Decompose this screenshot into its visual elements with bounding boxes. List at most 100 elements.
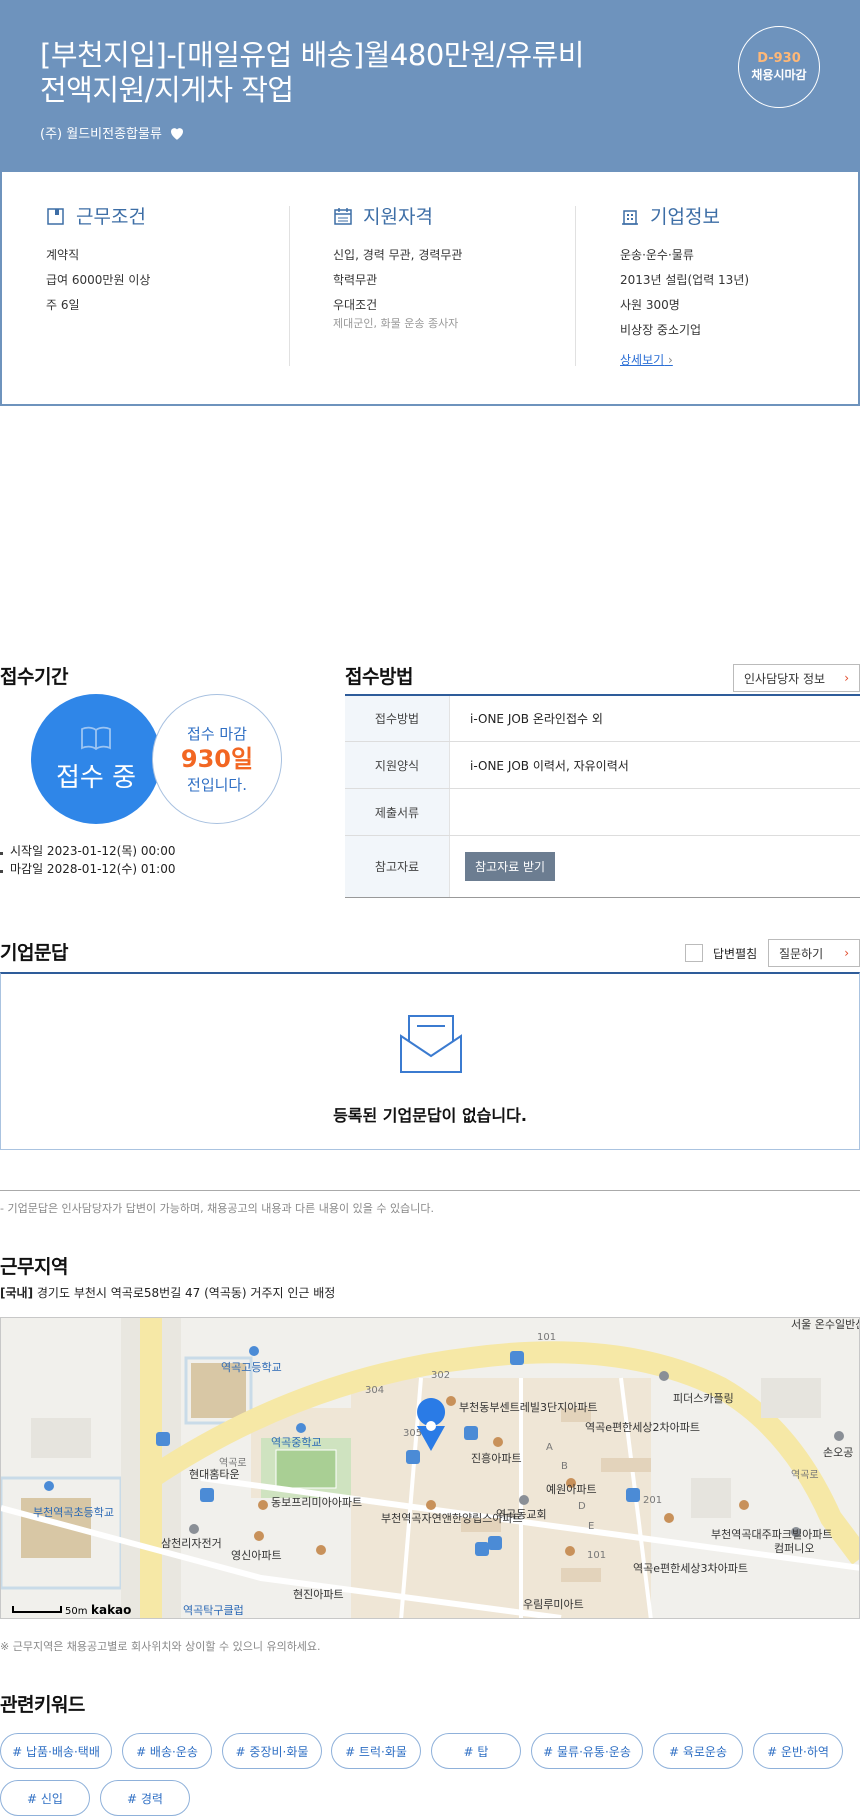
chevron-right-icon: › [844,671,849,685]
period-title: 접수기간 [0,666,68,688]
qualifications-column: 지원자격 신입, 경력 무관, 경력무관 학력무관 우대조건 제대군인, 화물 … [333,202,563,382]
company-info-column: 기업정보 운송·운수·물류 2013년 설립(업력 13년) 사원 300명 비… [620,202,850,382]
mail-icon [400,1015,462,1073]
conditions-title: 근무조건 [76,206,146,228]
map-label: 영신아파트 [231,1549,282,1562]
ask-question-label: 질문하기 [779,946,824,961]
map-label: 역곡e편한세상2차아파트 [585,1421,700,1434]
condition-workdays: 주 6일 [46,298,80,312]
map-label: 역곡고등학교 [221,1361,282,1374]
map-label: 현진아파트 [293,1588,344,1601]
row-value [449,789,860,835]
map-label: 역곡e편한세상3차아파트 [633,1562,748,1575]
condition-salary: 급여 6000만원 이상 [46,273,151,287]
map-label: 예원아파트 [546,1483,597,1496]
keyword-tag[interactable]: # 육로운송 [653,1733,743,1769]
scale-label: 50m [65,1606,87,1617]
calendar-icon [334,207,352,225]
period-dates: 시작일 2023-01-12(목) 00:00 마감일 2028-01-12(수… [0,842,175,878]
map-label: 부천역곡초등학교 [33,1505,114,1519]
qualification-preferred: 제대군인, 화물 운송 종사자 [333,317,459,330]
map-label: 손오공 [823,1446,853,1459]
row-value: i-ONE JOB 이력서, 자유이력서 [449,742,860,788]
conditions-column: 근무조건 계약직 급여 6000만원 이상 주 6일 [46,202,276,382]
keyword-tag[interactable]: # 중장비·화물 [222,1733,322,1769]
map-road-label: 역곡로 [791,1469,819,1481]
company-industry: 운송·운수·물류 [620,248,694,262]
deadline-circle: 접수 마감 930일 전입니다. [152,694,282,824]
download-reference-button[interactable]: 참고자료 받기 [465,852,556,881]
map-block-letter: A [546,1442,553,1453]
table-row: 접수방법 i-ONE JOB 온라인접수 외 [345,696,860,742]
company-founded: 2013년 설립(업력 13년) [620,273,750,287]
ask-question-button[interactable]: 질문하기 › [768,939,860,967]
dday-badge: D-930 채용시마감 [738,26,820,108]
dday-label: 채용시마감 [751,68,807,82]
document-icon [47,207,64,225]
company-detail-link[interactable]: 상세보기 › [620,351,673,368]
map-label: 진흥아파트 [471,1451,522,1465]
map-block-number: 305 [403,1428,422,1439]
company-employees: 사원 300명 [620,298,680,312]
map-block-letter: D [578,1501,586,1512]
map-label: 부천역곡자연앤한양립스아파트 [381,1511,523,1525]
open-book-icon [81,726,111,750]
map-label: 피더스카플링 [673,1392,734,1405]
divider [575,206,576,366]
map-label: 서울 온수일반산업단지 [791,1318,860,1331]
work-address: [국내] 경기도 부천시 역곡로58번길 47 (역곡동) 거주지 인근 배정 [0,1284,335,1301]
company-type: 비상장 중소기업 [620,323,702,337]
keyword-tag[interactable]: # 배송·운송 [122,1733,212,1769]
favorite-heart-icon[interactable] [168,124,186,142]
keyword-tag[interactable]: # 트럭·화물 [331,1733,421,1769]
divider [0,1190,860,1191]
start-date: 시작일 2023-01-12(목) 00:00 [0,842,175,860]
condition-contract: 계약직 [46,248,80,262]
map-block-number: 101 [537,1332,556,1343]
map-label: 부천역곡대주파크빌아파트 [711,1527,832,1541]
expand-checkbox[interactable] [685,944,703,962]
map-block-letter: B [561,1461,568,1472]
job-title-line2: 전액지원/지게차 작업 [40,73,294,107]
row-label: 제출서류 [345,789,449,835]
hr-info-button[interactable]: 인사담당자 정보 › [733,664,860,692]
qualifications-title: 지원자격 [363,206,433,228]
qa-title: 기업문답 [0,942,68,964]
map-label: 현대홈타운 [189,1467,240,1481]
qa-note: - 기업문답은 인사담당자가 답변이 가능하며, 채용공고의 내용과 다른 내용… [0,1202,434,1215]
expand-answers-toggle[interactable]: 답변펼침 [685,944,757,962]
row-label: 접수방법 [345,696,449,741]
qualification-preferred-label: 우대조건 [333,298,378,312]
keyword-tag[interactable]: # 납품·배송·택배 [0,1733,112,1769]
row-label: 참고자료 [345,836,449,897]
location-map[interactable]: 역곡고등학교 역곡중학교 부천역곡초등학교 역곡탁구클럽 현대홈타운 동보프리미… [0,1317,860,1619]
map-label: 역곡중학교 [271,1436,322,1449]
keyword-tag[interactable]: # 운반·하역 [753,1733,843,1769]
map-label: 우림루미아트 [523,1598,584,1611]
keyword-tag[interactable]: # 탑 [431,1733,521,1769]
building-icon [622,209,638,225]
qa-box: 등록된 기업문답이 없습니다. [0,972,860,1150]
divider [289,206,290,366]
job-summary-box: 근무조건 계약직 급여 6000만원 이상 주 6일 지원자격 신입, 경력 무… [0,172,860,406]
row-value: 참고자료 받기 [449,836,860,897]
map-canvas[interactable]: 역곡고등학교 역곡중학교 부천역곡초등학교 역곡탁구클럽 현대홈타운 동보프리미… [1,1318,860,1619]
company-name-row[interactable]: (주) 월드비전종합물류 [40,123,186,142]
company-name[interactable]: (주) 월드비전종합물류 [40,123,162,142]
map-label: 부천동부센트레빌3단지아파트 [459,1400,598,1414]
map-block-number: 201 [643,1495,662,1506]
deadline-label: 접수 마감 [187,725,247,743]
end-date: 마감일 2028-01-12(수) 01:00 [0,860,175,878]
expand-label: 답변펼침 [713,946,758,961]
method-title: 접수방법 [345,666,413,688]
map-label: 컴퍼니오 [774,1542,814,1555]
table-row: 지원양식 i-ONE JOB 이력서, 자유이력서 [345,742,860,789]
hr-info-label: 인사담당자 정보 [744,671,826,686]
location-note: ※ 근무지역은 채용공고별로 회사위치와 상이할 수 있으니 유의하세요. [0,1640,321,1653]
keyword-tag[interactable]: # 물류·유통·운송 [531,1733,643,1769]
detail-link-label[interactable]: 상세보기 [620,353,664,367]
qa-empty-message: 등록된 기업문답이 없습니다. [333,1106,527,1125]
keyword-tag[interactable]: # 경력 [100,1780,190,1816]
status-text: 접수 중 [55,762,137,793]
keyword-tag[interactable]: # 신입 [0,1780,90,1816]
